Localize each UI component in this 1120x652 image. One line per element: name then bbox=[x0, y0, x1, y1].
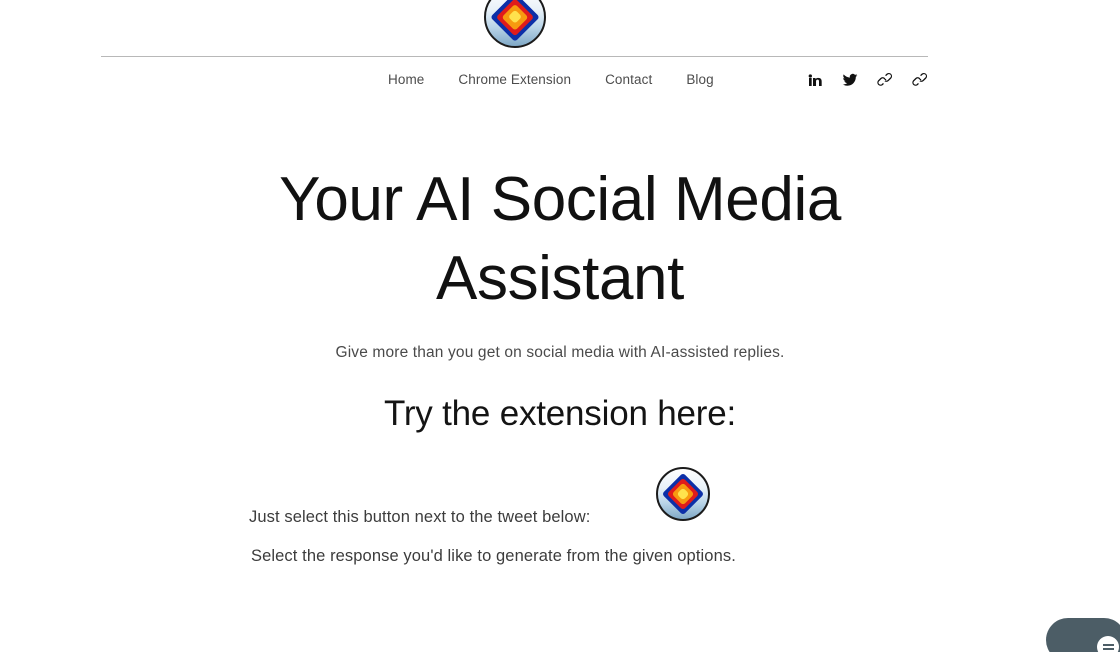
nav-item-contact[interactable]: Contact bbox=[605, 72, 652, 87]
link-icon[interactable] bbox=[877, 72, 893, 88]
nested-diamond-logo-icon bbox=[656, 467, 710, 521]
instruction-line-1: Just select this button next to the twee… bbox=[249, 508, 591, 526]
page-root: Home Chrome Extension Contact Blog Your … bbox=[0, 0, 1120, 652]
extension-demo-button[interactable] bbox=[656, 467, 710, 521]
social-links bbox=[807, 72, 928, 88]
hero-section: Your AI Social Media Assistant bbox=[0, 160, 1120, 319]
chat-menu-icon[interactable] bbox=[1097, 636, 1119, 652]
link-icon-2[interactable] bbox=[912, 72, 928, 88]
page-title-line-2: Assistant bbox=[436, 244, 684, 314]
instruction-line-2: Select the response you'd like to genera… bbox=[251, 547, 736, 565]
nav-item-home[interactable]: Home bbox=[388, 72, 424, 87]
try-extension-heading-text: Try the extension here: bbox=[383, 394, 737, 433]
page-title-line-1: Your AI Social Media bbox=[279, 165, 841, 234]
hero-subtitle-text: Give more than you get on social media w… bbox=[335, 344, 785, 361]
nested-diamond-logo-icon bbox=[484, 0, 546, 48]
chat-widget[interactable] bbox=[1046, 618, 1120, 652]
nav-item-blog[interactable]: Blog bbox=[686, 72, 713, 87]
hero-subtitle: Give more than you get on social media w… bbox=[0, 344, 1120, 362]
nav-item-chrome-extension[interactable]: Chrome Extension bbox=[458, 72, 571, 87]
nav-links: Home Chrome Extension Contact Blog bbox=[388, 72, 714, 87]
chat-menu-line bbox=[1102, 644, 1114, 646]
linkedin-icon[interactable] bbox=[807, 72, 823, 88]
main-navigation: Home Chrome Extension Contact Blog bbox=[0, 72, 1120, 98]
site-logo[interactable] bbox=[484, 0, 546, 48]
page-title: Your AI Social Media Assistant bbox=[200, 160, 920, 319]
try-extension-heading: Try the extension here: bbox=[0, 394, 1120, 434]
header-divider bbox=[101, 56, 928, 57]
chat-menu-line bbox=[1102, 648, 1114, 650]
twitter-icon[interactable] bbox=[842, 72, 858, 88]
